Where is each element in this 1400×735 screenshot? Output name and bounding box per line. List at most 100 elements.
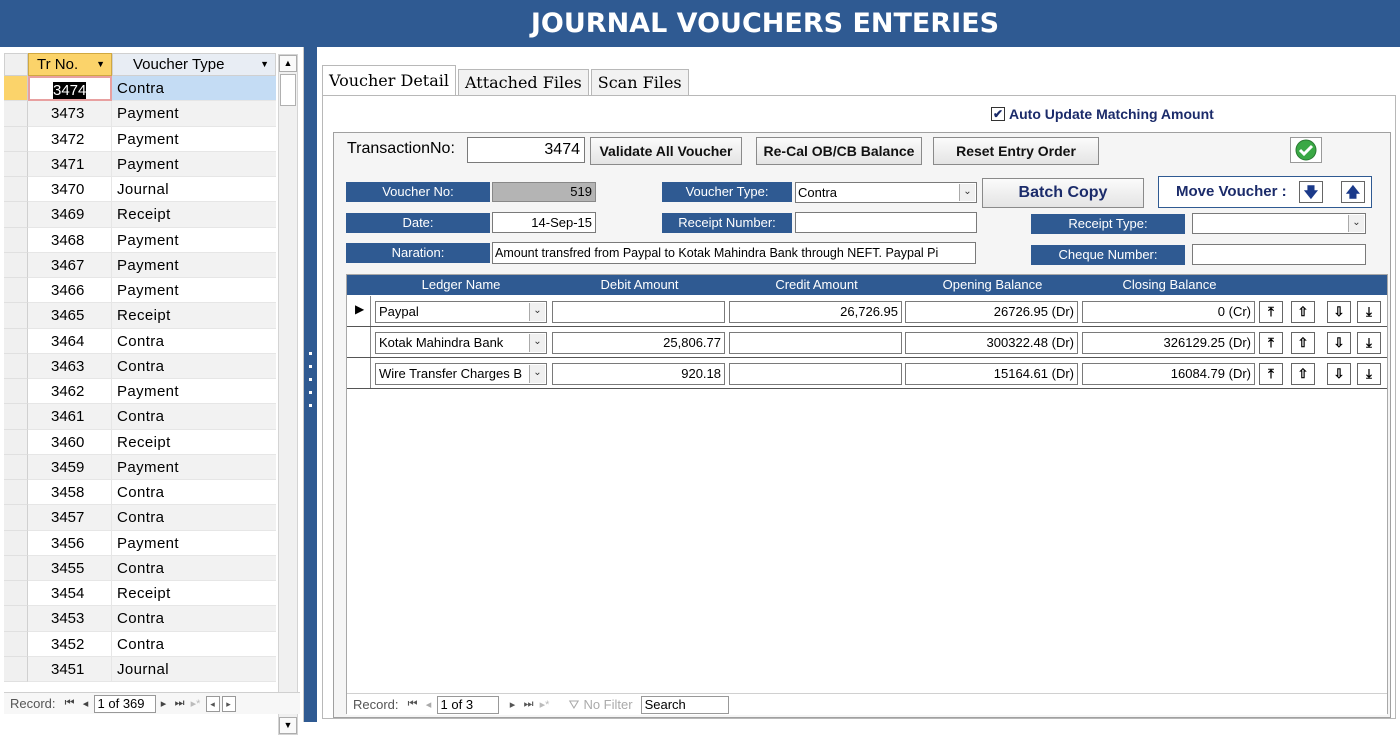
chevron-down-icon[interactable]: ⌄ [529,365,545,383]
row-selector[interactable] [4,480,28,506]
row-selector[interactable] [4,581,28,607]
first-record-icon[interactable]: ⏮ [62,697,78,710]
batch-copy-button[interactable]: Batch Copy [982,178,1144,208]
table-row[interactable]: 3451 Journal [4,656,276,682]
record-position-input[interactable]: 1 of 369 [93,694,156,713]
last-record-icon[interactable]: ⏭ [172,697,188,710]
voucher-type-cell[interactable]: Contra [112,480,276,506]
row-selector[interactable] [4,379,28,405]
debit-amount-field[interactable]: 920.18 [552,363,725,385]
tr-no-cell[interactable]: 3458 [28,480,112,506]
voucher-type-cell[interactable]: Payment [112,101,276,127]
move-down-icon[interactable]: ⇩ [1327,332,1351,354]
tr-no-cell[interactable]: 3465 [28,303,112,329]
table-row[interactable]: 3452 Contra [4,631,276,657]
table-row[interactable]: 3455 Contra [4,555,276,581]
voucher-type-cell[interactable]: Payment [112,379,276,405]
chevron-down-icon[interactable]: ⌄ [529,334,545,352]
tab-scan-files[interactable]: Scan Files [590,69,689,96]
voucher-type-cell[interactable]: Payment [112,278,276,304]
row-selector[interactable]: ▶ [347,296,371,326]
column-header-voucher-type[interactable]: Voucher Type ▼ [112,53,276,76]
voucher-type-cell[interactable]: Contra [112,353,276,379]
row-selector[interactable] [4,278,28,304]
voucher-type-cell[interactable]: Contra [112,555,276,581]
voucher-type-cell[interactable]: Journal [112,656,276,682]
credit-amount-field[interactable] [729,332,902,354]
row-selector[interactable] [4,328,28,354]
row-selector[interactable] [4,353,28,379]
table-row[interactable]: 3465 Receipt [4,303,276,329]
table-row[interactable]: 3468 Payment [4,227,276,253]
row-selector[interactable] [4,555,28,581]
table-row[interactable]: 3471 Payment [4,151,276,177]
tr-no-cell[interactable]: 3459 [28,454,112,480]
row-selector[interactable] [4,606,28,632]
row-selector[interactable] [4,126,28,152]
voucher-type-cell[interactable]: Payment [112,127,276,152]
table-row[interactable]: 3472 Payment [4,126,276,152]
row-selector[interactable] [4,505,28,531]
row-selector[interactable] [4,404,28,430]
move-up-arrow-icon[interactable]: 🡅 [1341,181,1365,203]
move-bottom-icon[interactable]: ⤓ [1357,332,1381,354]
tr-no-cell[interactable]: 3457 [28,505,112,531]
row-selector[interactable] [4,454,28,480]
table-row[interactable]: 3461 Contra [4,404,276,430]
chevron-down-icon[interactable]: ▼ [96,54,105,75]
row-selector[interactable] [4,656,28,682]
tr-no-cell[interactable]: 3471 [28,151,112,177]
voucher-type-cell[interactable]: Payment [112,252,276,278]
scroll-up-icon[interactable]: ▲ [279,55,297,72]
tr-no-cell[interactable]: 3467 [28,252,112,278]
voucher-type-cell[interactable]: Contra [112,404,276,430]
move-down-icon[interactable]: ⇩ [1327,363,1351,385]
select-all-cell[interactable] [4,53,28,76]
voucher-type-cell[interactable]: Contra [112,505,276,531]
prev-record-icon[interactable]: ◂ [78,697,94,710]
table-row[interactable]: 3453 Contra [4,606,276,632]
table-row[interactable]: 3457 Contra [4,505,276,531]
row-selector[interactable] [4,151,28,177]
naration-input[interactable]: Amount transfred from Paypal to Kotak Ma… [492,242,976,264]
ledger-name-select[interactable]: Kotak Mahindra Bank ⌄ [375,332,547,354]
voucher-type-cell[interactable]: Payment [112,531,276,556]
first-record-icon[interactable]: ⏮ [405,698,421,711]
date-input[interactable]: 14-Sep-15 [492,212,596,233]
save-check-icon[interactable] [1290,137,1322,163]
receipt-type-select[interactable]: ⌄ [1192,213,1366,234]
last-record-icon[interactable]: ⏭ [521,698,537,711]
row-selector[interactable] [347,327,371,357]
no-filter-label[interactable]: No Filter [583,697,632,712]
tr-no-cell[interactable]: 3460 [28,429,112,455]
voucher-type-cell[interactable]: Receipt [112,202,276,228]
credit-amount-field[interactable]: 26,726.95 [729,301,902,323]
move-top-icon[interactable]: ⤒ [1259,363,1283,385]
table-row[interactable]: 3458 Contra [4,480,276,506]
validate-all-voucher-button[interactable]: Validate All Voucher [590,137,742,165]
row-selector[interactable] [4,429,28,455]
tr-no-cell[interactable]: 3469 [28,202,112,228]
tab-attached-files[interactable]: Attached Files [458,69,589,96]
tr-no-cell[interactable]: 3463 [28,353,112,379]
voucher-type-cell[interactable]: Contra [112,606,276,632]
recal-balance-button[interactable]: Re-Cal OB/CB Balance [756,137,922,165]
voucher-type-cell[interactable]: Receipt [112,430,276,455]
table-row[interactable]: 3462 Payment [4,379,276,405]
next-record-icon[interactable]: ▸ [156,697,172,710]
row-selector[interactable] [4,202,28,228]
table-row[interactable]: 3459 Payment [4,454,276,480]
search-input[interactable]: Search [640,695,729,714]
tr-no-cell[interactable]: 3456 [28,530,112,556]
row-selector[interactable] [4,177,28,203]
list-scrollbar[interactable]: ▲ ▼ [278,54,298,735]
move-top-icon[interactable]: ⤒ [1259,301,1283,323]
row-selector[interactable] [4,101,28,127]
scroll-down-icon[interactable]: ▼ [279,717,297,734]
move-down-arrow-icon[interactable]: 🡇 [1299,181,1323,203]
tr-no-cell[interactable]: 3454 [28,581,112,607]
table-row[interactable]: 3463 Contra [4,353,276,379]
tr-no-cell[interactable]: 3468 [28,227,112,253]
table-row[interactable]: 3466 Payment [4,278,276,304]
auto-update-option[interactable]: ✔ Auto Update Matching Amount [991,106,1214,122]
